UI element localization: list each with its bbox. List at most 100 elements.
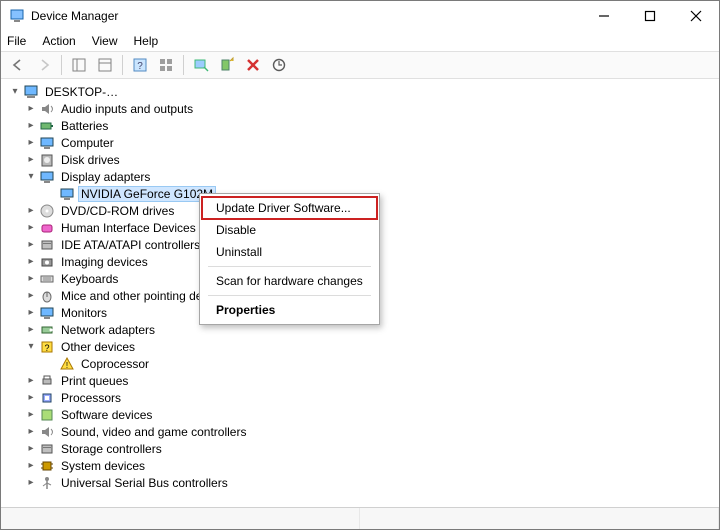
tree-label: Human Interface Devices (59, 221, 198, 235)
tree-label: IDE ATA/ATAPI controllers (59, 238, 202, 252)
uninstall-button[interactable] (242, 54, 264, 76)
monitor-icon (59, 186, 75, 202)
tree-item[interactable]: ▾ Display adapters (5, 168, 715, 185)
chevron-right-icon[interactable]: ▸ (25, 290, 37, 302)
tree-label: Keyboards (59, 272, 120, 286)
monitor-icon (39, 305, 55, 321)
add-button[interactable] (216, 54, 238, 76)
tree-label: Processors (59, 391, 123, 405)
tree-item[interactable]: ▸ Universal Serial Bus controllers (5, 474, 715, 491)
nic-icon (39, 322, 55, 338)
toolbar: ? (1, 51, 719, 79)
chevron-right-icon[interactable]: ▸ (25, 154, 37, 166)
tree-label: System devices (59, 459, 147, 473)
device-manager-window: Device Manager File Action View Help ? ▾… (0, 0, 720, 530)
close-button[interactable] (673, 1, 719, 31)
tree-item[interactable]: ▸ System devices (5, 457, 715, 474)
tree-root[interactable]: ▾ DESKTOP-… (5, 83, 715, 100)
tree-label: Storage controllers (59, 442, 164, 456)
show-hide-console-button[interactable] (68, 54, 90, 76)
tree-item[interactable]: ▸ Processors (5, 389, 715, 406)
properties-button[interactable] (94, 54, 116, 76)
chevron-right-icon[interactable]: ▸ (25, 120, 37, 132)
app-icon (9, 8, 25, 24)
menu-item[interactable]: Uninstall (202, 241, 377, 263)
tree-item[interactable]: ▸ Storage controllers (5, 440, 715, 457)
chevron-right-icon[interactable]: ▸ (25, 273, 37, 285)
window-title: Device Manager (31, 9, 118, 23)
chevron-right-icon[interactable]: ▸ (25, 443, 37, 455)
chevron-right-icon[interactable]: ▸ (25, 392, 37, 404)
scan-button[interactable] (190, 54, 212, 76)
update-button[interactable] (268, 54, 290, 76)
tree-label: Universal Serial Bus controllers (59, 476, 230, 490)
window-buttons (581, 1, 719, 31)
storage-icon (39, 441, 55, 457)
chevron-right-icon[interactable]: ▸ (25, 103, 37, 115)
spacer (45, 188, 57, 200)
monitor-icon (39, 135, 55, 151)
chevron-down-icon[interactable]: ▾ (25, 341, 37, 353)
chevron-right-icon[interactable]: ▸ (25, 477, 37, 489)
tree-label: Sound, video and game controllers (59, 425, 248, 439)
tree-item[interactable]: ▸ Sound, video and game controllers (5, 423, 715, 440)
forward-button[interactable] (33, 54, 55, 76)
separator (183, 55, 184, 75)
tree-label: Imaging devices (59, 255, 150, 269)
printer-icon (39, 373, 55, 389)
chevron-right-icon[interactable]: ▸ (25, 256, 37, 268)
chevron-down-icon[interactable]: ▾ (9, 86, 21, 98)
menu-item[interactable]: Disable (202, 219, 377, 241)
tree-item[interactable]: ▸ Computer (5, 134, 715, 151)
tree-item[interactable]: ▸Disk drives (5, 151, 715, 168)
chevron-right-icon[interactable]: ▸ (25, 460, 37, 472)
menu-item[interactable]: Properties (202, 299, 377, 321)
chevron-right-icon[interactable]: ▸ (25, 222, 37, 234)
speaker-icon (39, 424, 55, 440)
minimize-button[interactable] (581, 1, 627, 31)
menu-file[interactable]: File (7, 34, 26, 48)
chevron-right-icon[interactable]: ▸ (25, 205, 37, 217)
spacer (45, 358, 57, 370)
tree-item[interactable]: ▸ Audio inputs and outputs (5, 100, 715, 117)
chevron-right-icon[interactable]: ▸ (25, 426, 37, 438)
menu-view[interactable]: View (92, 34, 118, 48)
chevron-right-icon[interactable]: ▸ (25, 307, 37, 319)
back-button[interactable] (7, 54, 29, 76)
tree-label: Computer (59, 136, 116, 150)
tree-label: DVD/CD-ROM drives (59, 204, 176, 218)
svg-text:?: ? (137, 61, 143, 72)
usb-icon (39, 475, 55, 491)
chevron-right-icon[interactable]: ▸ (25, 375, 37, 387)
menu-action[interactable]: Action (42, 34, 75, 48)
tree-label: DESKTOP-… (43, 85, 120, 99)
tree-label: Software devices (59, 408, 154, 422)
chevron-right-icon[interactable]: ▸ (25, 137, 37, 149)
chevron-right-icon[interactable]: ▸ (25, 239, 37, 251)
tree-item[interactable]: ▾?Other devices (5, 338, 715, 355)
chevron-right-icon[interactable]: ▸ (25, 409, 37, 421)
tree-item[interactable]: ▸ Batteries (5, 117, 715, 134)
status-cell (1, 508, 360, 529)
menu-item[interactable]: Update Driver Software... (202, 197, 377, 219)
menu-help[interactable]: Help (134, 34, 159, 48)
storage-icon (39, 237, 55, 253)
tree-item[interactable]: !Coprocessor (5, 355, 715, 372)
tree-item[interactable]: ▸ Software devices (5, 406, 715, 423)
mouse-icon (39, 288, 55, 304)
statusbar (1, 507, 719, 529)
maximize-button[interactable] (627, 1, 673, 31)
computer-icon (23, 84, 39, 100)
tree-label: Audio inputs and outputs (59, 102, 195, 116)
chevron-down-icon[interactable]: ▾ (25, 171, 37, 183)
hid-icon (39, 220, 55, 236)
help-button[interactable]: ? (129, 54, 151, 76)
chevron-right-icon[interactable]: ▸ (25, 324, 37, 336)
menu-item[interactable]: Scan for hardware changes (202, 270, 377, 292)
tree-label: Other devices (59, 340, 137, 354)
view-icon-button[interactable] (155, 54, 177, 76)
menu-separator (208, 266, 371, 267)
tree-label: Batteries (59, 119, 110, 133)
tree-item[interactable]: ▸Print queues (5, 372, 715, 389)
tree-label: Display adapters (59, 170, 152, 184)
